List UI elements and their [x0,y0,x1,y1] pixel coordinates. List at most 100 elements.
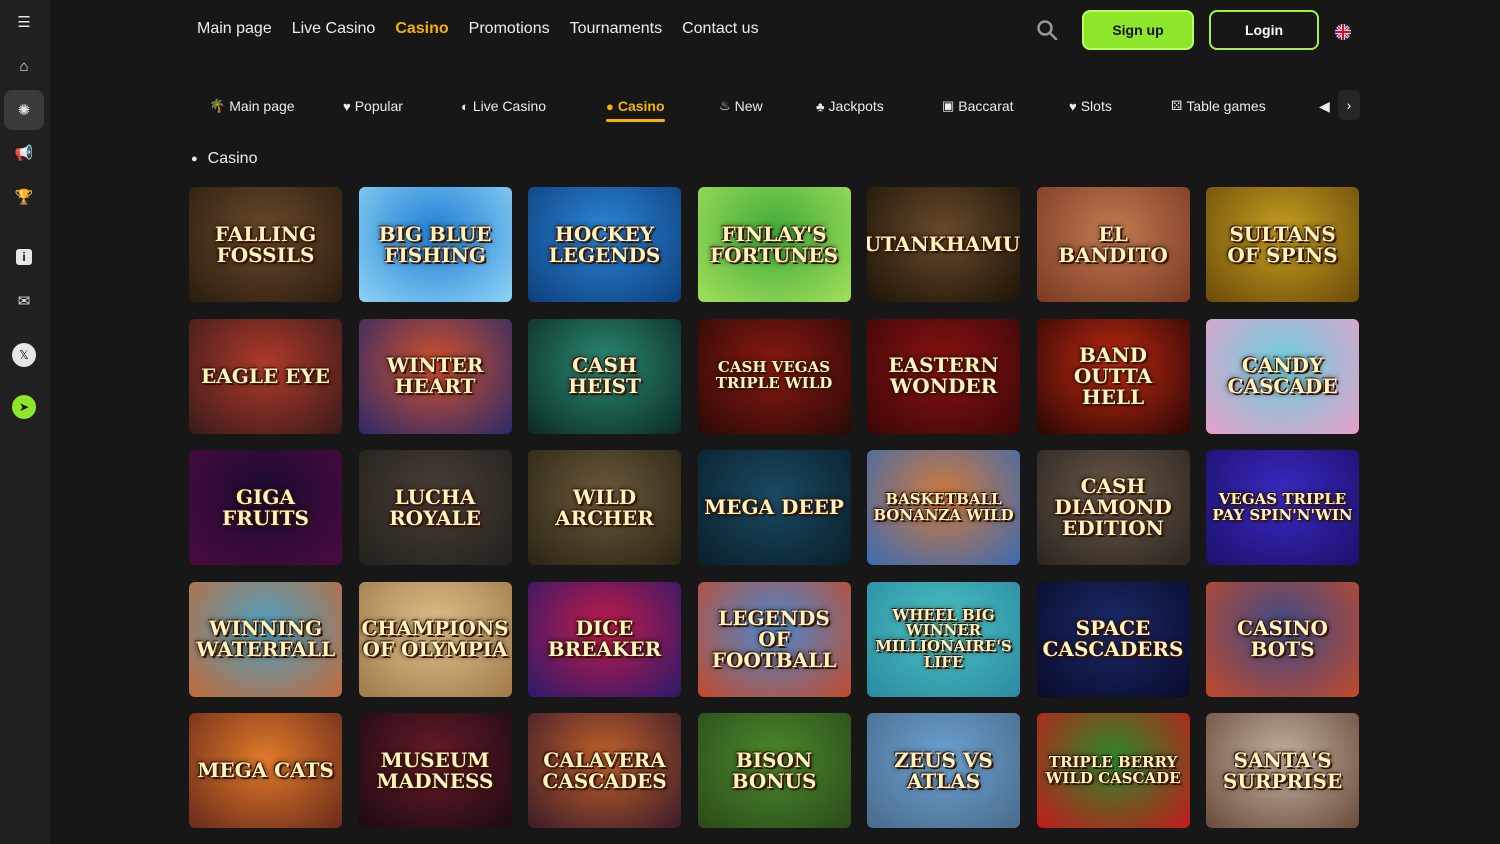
nav-link-main-page[interactable]: Main page [197,20,272,38]
game-title: El Bandito [1058,221,1168,267]
game-tile[interactable]: Mega Deep [697,450,851,565]
nav-link-live-casino[interactable]: Live Casino [292,20,376,38]
game-title: Calavera Cascades [542,747,667,793]
game-tile[interactable]: Lucha Royale [358,450,512,565]
game-tile[interactable]: Cash Heist [528,318,681,434]
category-tab-casino[interactable]: ● Casino [606,96,665,122]
category-tab-baccarat[interactable]: ▣ Baccarat [942,96,1014,116]
game-title: Dice Breaker [547,616,662,661]
sidebar: ☰ ⌂ ✺ 📢 🏆 i ✉ 𝕏 ➤ [0,0,50,844]
section-title: Casino [207,150,258,167]
game-title: Eastern Wonder [888,353,999,398]
nav-link-casino[interactable]: Casino [395,20,448,38]
game-title: Legends of Football [711,605,837,672]
sidebar-item-megaphone[interactable]: 📢 [4,133,44,173]
sign-up-button[interactable]: Sign up [1082,10,1194,50]
category-tab-jackpots[interactable]: ♣ Jackpots [816,96,884,116]
game-tile[interactable]: Calavera Cascades [528,713,681,828]
game-title: Lucha Royale [389,484,481,530]
category-tab-main-page[interactable]: 🌴 Main page [209,96,295,116]
sidebar-item-casino-chip[interactable]: ✺ [4,90,44,130]
game-tile[interactable]: Cash Diamond Edition [1036,450,1190,565]
game-tile[interactable]: Giga Fruits [189,450,342,565]
category-tab-partial[interactable]: ◀ [1319,96,1330,116]
nav-link-contact-us[interactable]: Contact us [682,20,758,38]
game-tile[interactable]: Dice Breaker [528,581,681,697]
game-tile[interactable]: Finlay's Fortunes [697,187,851,302]
game-tile[interactable]: Eastern Wonder [867,318,1020,434]
game-tile[interactable]: El Bandito [1036,187,1190,302]
game-title: Eagle Eye [201,363,330,388]
sidebar-item-chat[interactable]: ✉ [4,281,44,321]
category-label: New [734,98,763,114]
sidebar-item-home[interactable]: ⌂ [4,46,44,86]
section-heading: ● Casino [191,150,257,168]
game-tile[interactable]: Tutankhamun [867,187,1020,302]
category-tab-popular[interactable]: ♥ Popular [343,96,403,116]
game-title: Giga Fruits [222,484,309,530]
game-tile[interactable]: Wheel Big Winner Millionaire's Life [867,581,1020,697]
game-tile[interactable]: Sultans of Spins [1206,187,1359,302]
game-title: Museum Madness [376,747,494,793]
game-tile[interactable]: Bison Bonus [697,713,851,828]
game-title: Casino Bots [1237,616,1328,661]
game-title: Band outta Hell [1073,342,1153,409]
game-tile[interactable]: Winter Heart [358,318,512,434]
game-tile[interactable]: Triple Berry Wild Cascade [1036,713,1190,828]
game-tile[interactable]: Vegas Triple Pay Spin'n'Win [1206,450,1359,565]
chevron-right-icon: › [1346,97,1352,113]
category-tab-live-casino[interactable]: ◐ Live Casino [461,96,546,116]
sidebar-item-info[interactable]: i [4,237,44,277]
telegram-icon: ➤ [12,395,36,419]
home-icon: ⌂ [19,57,29,75]
game-tile[interactable]: Cash Vegas Triple Wild [697,318,851,434]
menu-toggle-icon: ☰ [17,14,31,31]
nav-link-promotions[interactable]: Promotions [469,20,550,38]
game-title: Mega Deep [704,495,844,519]
game-title: Santa's Surprise [1222,747,1343,793]
game-tile[interactable]: Space Cascaders [1036,581,1190,697]
game-tile[interactable]: Hockey Legends [528,187,681,302]
game-tile[interactable]: Santa's Surprise [1206,713,1359,828]
nav-link-tournaments[interactable]: Tournaments [570,20,663,38]
sidebar-item-telegram[interactable]: ➤ [4,387,44,427]
game-tile[interactable]: Basketball Bonanza Wild [867,450,1020,565]
game-tile[interactable]: Museum Madness [358,713,512,828]
flame-icon: ♨ [719,98,731,113]
game-tile[interactable]: Champions of Olympia [358,581,512,697]
game-tile[interactable]: Zeus vs Atlas [867,713,1020,828]
search-icon[interactable] [1036,19,1058,41]
top-nav: Main page Live Casino Casino Promotions Tour… [197,20,759,38]
category-tab-slots[interactable]: ♥ Slots [1069,96,1112,116]
categories-next-button[interactable]: › [1338,90,1360,120]
category-label: Jackpots [828,98,884,114]
game-tile[interactable]: Eagle Eye [189,318,342,434]
sidebar-item-x-twitter[interactable]: 𝕏 [4,335,44,375]
jackpot-icon: ♣ [816,98,825,114]
category-label: Table games [1186,98,1266,114]
game-title: Cash Heist [568,353,641,398]
game-tile[interactable]: Winning Waterfall [189,581,342,697]
category-tab-new[interactable]: ♨ New [719,96,763,116]
game-tile[interactable]: Legends of Football [697,581,851,697]
category-label: Baccarat [958,98,1014,114]
game-title: Big Blue Fishing [378,221,492,267]
game-tile[interactable]: Casino Bots [1206,581,1359,697]
game-title: Bison Bonus [731,747,817,793]
game-title: Triple Berry Wild Cascade [1045,752,1181,787]
casino-chip-icon: ● [191,153,198,165]
sidebar-item-trophy[interactable]: 🏆 [4,177,44,217]
sidebar-item-menu-toggle[interactable]: ☰ [4,2,44,42]
category-tab-table-games[interactable]: ⚄ Table games [1171,96,1266,116]
game-tile[interactable]: Wild Archer [528,450,681,565]
login-button[interactable]: Login [1209,10,1319,50]
cards-icon: ▣ [942,98,955,113]
game-tile[interactable]: Candy Cascade [1206,318,1359,434]
game-title: Tutankhamun [867,232,1020,256]
game-tile[interactable]: Mega Cats [189,713,342,828]
game-title: Winter Heart [386,353,484,398]
uk-flag-icon[interactable] [1335,24,1351,40]
game-tile[interactable]: Big Blue Fishing [358,187,512,302]
game-tile[interactable]: Band outta Hell [1036,318,1190,434]
game-tile[interactable]: Falling Fossils [189,187,342,302]
